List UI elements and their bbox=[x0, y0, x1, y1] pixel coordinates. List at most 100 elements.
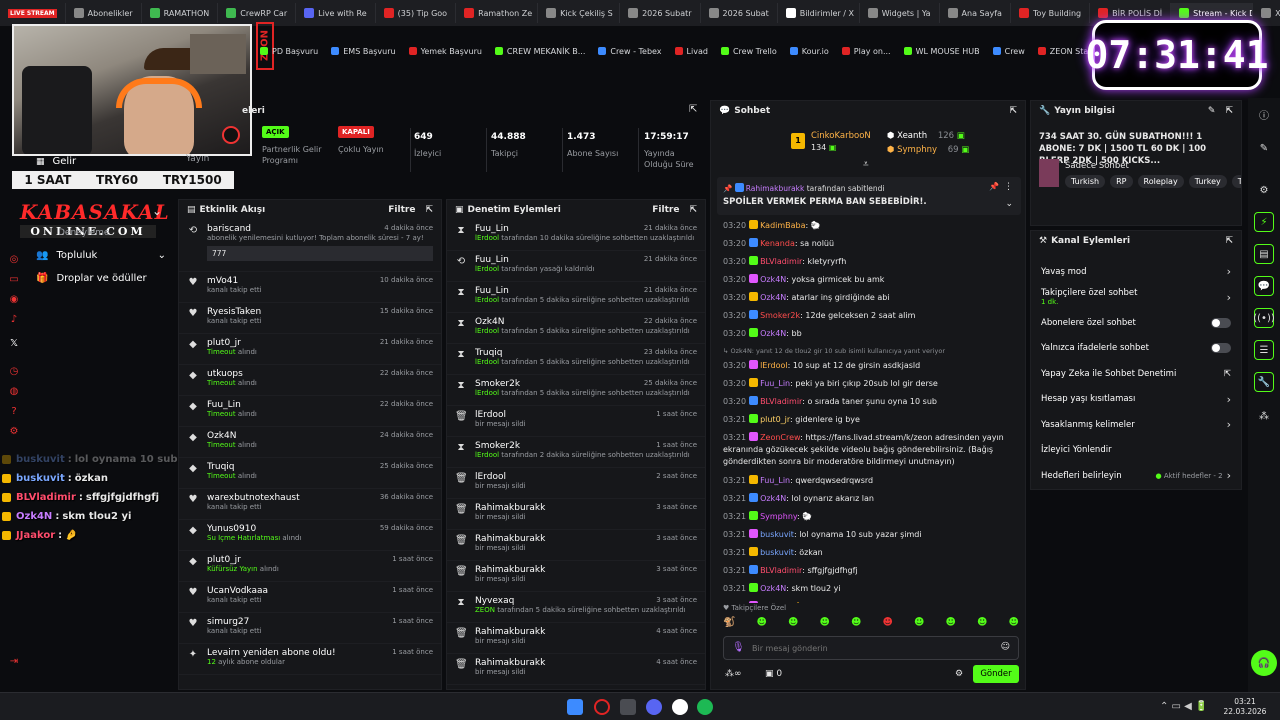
browser-tab[interactable]: 2026 Subatr bbox=[620, 3, 701, 23]
bookmark-item[interactable]: Play on... bbox=[841, 47, 891, 56]
popout-icon[interactable]: ⇱ bbox=[1225, 236, 1233, 246]
emoji-icon[interactable]: ☺ bbox=[1001, 642, 1010, 652]
bookmark-item[interactable]: Crew Trello bbox=[720, 47, 777, 56]
chat-message[interactable]: 03:21 Symphny: 🐑 bbox=[711, 508, 1025, 526]
wrench-icon[interactable]: 🔧 bbox=[1254, 372, 1274, 392]
tray-icons[interactable]: ⌃ ▭ ◀ 🔋 bbox=[1160, 701, 1208, 712]
channel-action-item[interactable]: Yavaş mod › bbox=[1031, 259, 1241, 285]
message-username[interactable]: ZeonCrew bbox=[760, 433, 800, 442]
exit-icon[interactable]: ⇥ bbox=[8, 656, 20, 668]
list-item[interactable]: ⧗ Fuu_Lin 21 dakika önce lErdool tarafından… bbox=[447, 282, 705, 313]
list-item[interactable]: ◆ Truqiq 25 dakika önce Timeout alındı bbox=[179, 458, 441, 489]
explorer-icon[interactable] bbox=[620, 699, 636, 715]
discord-icon[interactable] bbox=[646, 699, 662, 715]
chat-message[interactable]: 03:21 ZeonCrew: https://fans.livad.stream… bbox=[711, 429, 1025, 472]
stream-tag[interactable]: RP bbox=[1110, 175, 1133, 188]
bookmark-item[interactable]: PD Başvuru bbox=[260, 47, 318, 56]
bolt-icon[interactable]: ⚡ bbox=[1254, 212, 1274, 232]
stream-tag[interactable]: Turkish bbox=[1065, 175, 1106, 188]
bookmark-item[interactable]: Yemek Başvuru bbox=[408, 47, 482, 56]
message-username[interactable]: buskuvit bbox=[760, 548, 794, 557]
send-button[interactable]: Gönder bbox=[973, 665, 1019, 683]
emote-icon[interactable]: ☻ bbox=[946, 617, 956, 631]
popout-icon[interactable]: ⇱ bbox=[1225, 106, 1233, 116]
browser-tab[interactable]: 2026 Subat bbox=[701, 3, 778, 23]
browser-tab[interactable]: Kick Çekiliş S bbox=[538, 3, 621, 23]
list-item[interactable]: ⧗ Fuu_Lin 21 dakika önce lErdool tarafından… bbox=[447, 220, 705, 251]
message-username[interactable]: KadimBaba bbox=[760, 221, 805, 230]
list-item[interactable]: 🗑 lErdool 2 saat önce bir mesajı sildi bbox=[447, 468, 705, 499]
browser-tab[interactable]: RAMATHON bbox=[142, 3, 219, 23]
emote-icon[interactable]: 🐒 bbox=[723, 617, 735, 631]
browser-tab[interactable]: CrewRP Car bbox=[218, 3, 297, 23]
filter-button[interactable]: Filtre bbox=[388, 205, 415, 215]
list-item[interactable]: ◆ Fuu_Lin 22 dakika önce Timeout alındı bbox=[179, 396, 441, 427]
clock-icon[interactable]: ◷ bbox=[8, 366, 20, 378]
chat-message[interactable]: 03:20 lErdool: 10 sup at 12 de girsin asd… bbox=[711, 357, 1025, 375]
chat-message[interactable]: 03:20 Ozk4N: atarlar inş girdiğinde abi bbox=[711, 289, 1025, 307]
emote-icon[interactable]: ☻ bbox=[883, 617, 893, 631]
chat-message[interactable]: 03:21 buskuvit: özkan bbox=[711, 544, 1025, 562]
edit-icon[interactable]: ✎ bbox=[1254, 138, 1274, 158]
list-item[interactable]: ⟲ bariscand 4 dakika önce abonelik yenileme… bbox=[179, 220, 441, 272]
help-icon[interactable]: ? bbox=[8, 406, 20, 418]
chat-message[interactable]: 03:21 BLVladimir: sffgjfgjdfhgfj bbox=[711, 562, 1025, 580]
emote-icon[interactable]: ☻ bbox=[820, 617, 830, 631]
message-username[interactable]: Kenanda bbox=[760, 239, 795, 248]
discord-icon[interactable]: ◉ bbox=[8, 294, 20, 306]
message-username[interactable]: buskuvit bbox=[760, 530, 794, 539]
list-item[interactable]: ♥ mVo41 10 dakika önce kanalı takip etti bbox=[179, 272, 441, 303]
chat-message[interactable]: 03:21 plut0_jr: gidenlere ig bye bbox=[711, 411, 1025, 429]
channel-action-item[interactable]: Yasaklanmış kelimeler › bbox=[1031, 412, 1241, 438]
list-item[interactable]: ⟲ Fuu_Lin 21 dakika önce lErdool tarafından… bbox=[447, 251, 705, 282]
points-icon[interactable]: ⁂∞ bbox=[725, 669, 742, 679]
channel-action-item[interactable]: Takipçilere özel sohbet 1 dk. › bbox=[1031, 285, 1241, 311]
settings-icon[interactable]: ⚙ bbox=[955, 669, 963, 679]
windows-start-icon[interactable] bbox=[567, 699, 583, 715]
list-item[interactable]: 🗑 Rahimakburakk 3 saat önce bir mesajı sild… bbox=[447, 499, 705, 530]
nodes-icon[interactable]: ⁂ bbox=[1254, 406, 1274, 426]
globe-icon[interactable]: ◍ bbox=[8, 386, 20, 398]
sidebar-item-drops[interactable]: 🎁 Droplar ve ödüller bbox=[36, 273, 147, 284]
sidebar-item-gelir[interactable]: ▦ Gelir bbox=[36, 156, 76, 167]
list-item[interactable]: ♥ simurg27 1 saat önce kanalı takip etti bbox=[179, 613, 441, 644]
message-username[interactable]: Fuu_Lin bbox=[760, 379, 790, 388]
radio-icon[interactable]: ◎ bbox=[8, 254, 20, 266]
stream-tag[interactable]: Tü bbox=[1231, 175, 1241, 188]
message-username[interactable]: Ozk4N bbox=[760, 584, 786, 593]
list-item[interactable]: ⧗ Smoker2k 1 saat önce lErdool tarafından 2… bbox=[447, 437, 705, 468]
browser-tab[interactable]: Toy Building bbox=[1011, 3, 1091, 23]
opera-icon[interactable] bbox=[594, 699, 610, 715]
chat-message[interactable]: 03:20 BLVladimir: o sırada taner şunu oyn… bbox=[711, 393, 1025, 411]
obs-icon[interactable] bbox=[672, 699, 688, 715]
list-item[interactable]: ♥ RyesisTaken 15 dakika önce kanalı takip e… bbox=[179, 303, 441, 334]
chat-input-box[interactable]: 🎙 ☺ bbox=[723, 636, 1019, 660]
chat-message[interactable]: 03:21 Ozk4N: lol oynarız akarız lan bbox=[711, 490, 1025, 508]
collapse-icon[interactable]: ⩡ bbox=[863, 159, 869, 170]
browser-tab[interactable]: Live with Re bbox=[296, 3, 376, 23]
message-username[interactable]: Symphny bbox=[760, 512, 797, 521]
message-username[interactable]: BLVladimir bbox=[760, 257, 802, 266]
emote-icon[interactable]: ☻ bbox=[914, 617, 924, 631]
chat-message[interactable]: 03:21 Ozk4N: skm tlou2 yi bbox=[711, 580, 1025, 598]
filter-button[interactable]: Filtre bbox=[652, 205, 679, 215]
list-item[interactable]: ♥ warexbutnotexhaust 36 dakika önce kanalı … bbox=[179, 489, 441, 520]
edit-icon[interactable]: ✎ bbox=[1208, 106, 1216, 116]
bookmark-item[interactable]: Livad bbox=[674, 47, 708, 56]
stream-tag[interactable]: Roleplay bbox=[1137, 175, 1184, 188]
popout-icon[interactable]: ⇱ bbox=[1009, 106, 1017, 116]
bookmark-item[interactable]: EMS Başvuru bbox=[331, 47, 396, 56]
message-username[interactable]: Ozk4N bbox=[760, 293, 786, 302]
message-username[interactable]: Smoker2k bbox=[760, 311, 800, 320]
popout-icon[interactable]: ⇱ bbox=[425, 205, 433, 215]
channel-action-item[interactable]: Hedefleri belirleyin ● Aktif hedefler - 2… bbox=[1031, 463, 1241, 489]
message-username[interactable]: BLVladimir bbox=[760, 566, 802, 575]
chevron-down-icon[interactable]: ⌄ bbox=[1005, 199, 1013, 209]
bookmark-item[interactable]: Crew - Tebex bbox=[598, 47, 662, 56]
chat-message[interactable]: 03:20 Fuu_Lin: peki ya biri çıkıp 20sub l… bbox=[711, 375, 1025, 393]
emote-icon[interactable]: ☻ bbox=[851, 617, 861, 631]
channel-action-item[interactable]: İzleyici Yönlendir bbox=[1031, 438, 1241, 464]
popout-icon[interactable]: ⇱ bbox=[689, 104, 697, 115]
sidebar-item-topluluk[interactable]: 👥 Topluluk ⌄ bbox=[36, 250, 166, 261]
bookmark-item[interactable]: CREW MEKANİK B... bbox=[494, 47, 585, 56]
